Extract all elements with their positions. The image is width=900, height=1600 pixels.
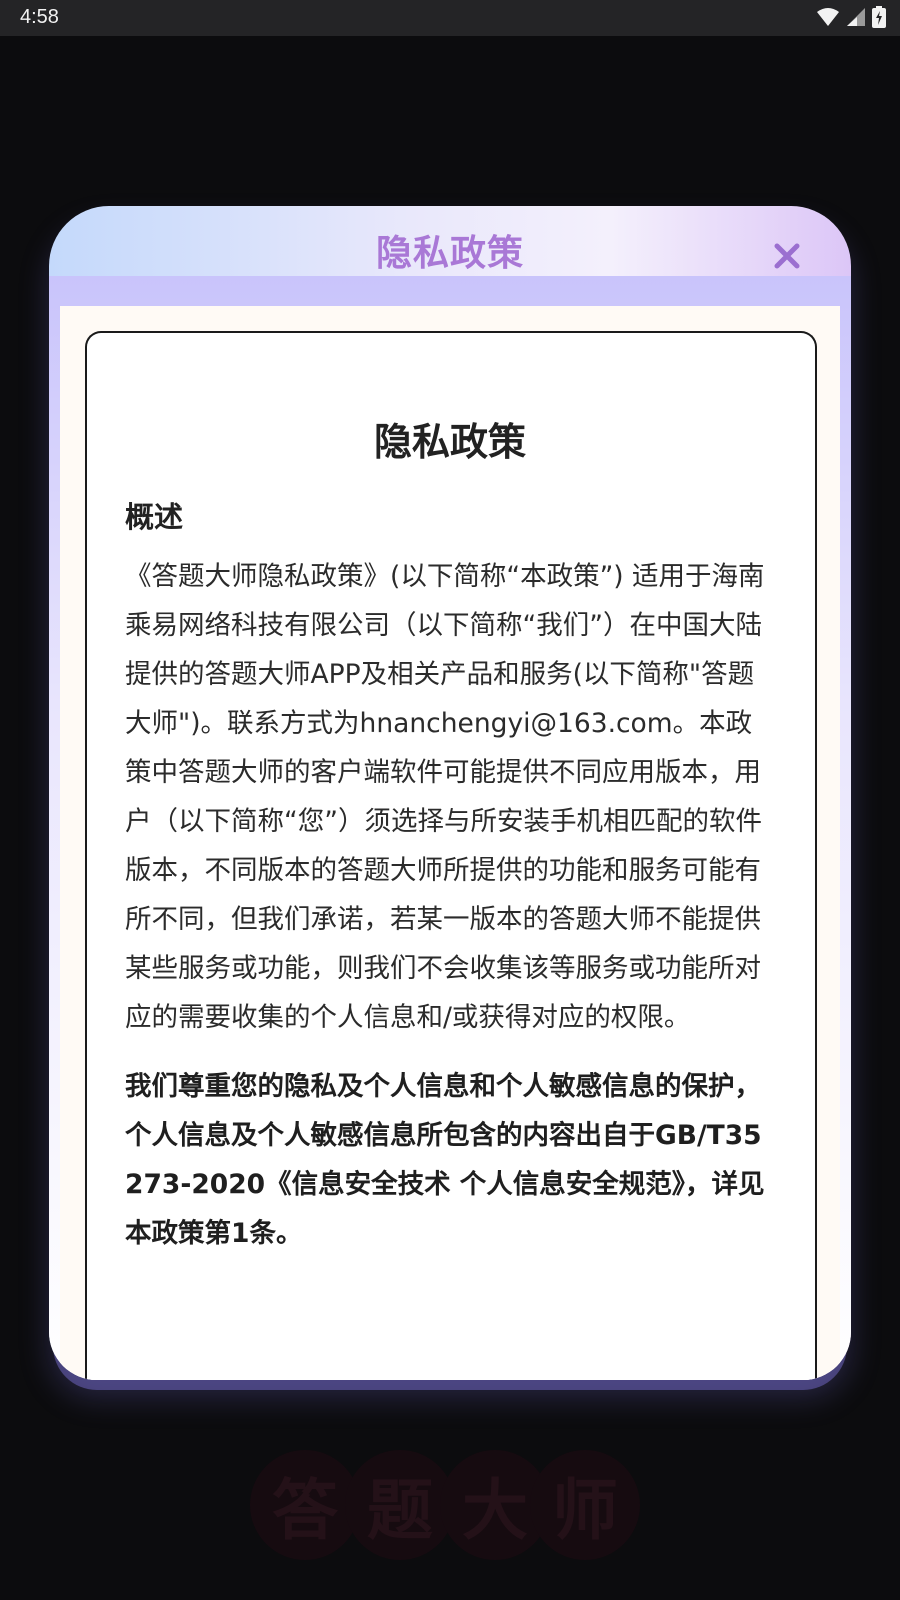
wifi-icon (817, 8, 839, 26)
status-icons (816, 6, 886, 28)
close-button[interactable] (767, 236, 807, 276)
close-icon (774, 243, 800, 269)
battery-icon (872, 6, 886, 28)
status-time: 4:58 (20, 6, 59, 28)
section-heading: 概述 (125, 500, 184, 534)
privacy-dialog: 隐私政策 隐私政策 概述 《答题大师隐私政策》(以下简称“本政策”) 适用于海南… (49, 206, 851, 1380)
logo-char: 师 (530, 1450, 640, 1560)
policy-title: 隐私政策 (373, 420, 526, 464)
logo-char: 答 (250, 1450, 360, 1560)
policy-paragraph-bold: 我们尊重您的隐私及个人信息和个人敏感信息的保护，个人信息及个人敏感信息所包含的内… (125, 1071, 765, 1249)
signal-icon (847, 8, 865, 26)
logo-char: 题 (345, 1450, 455, 1560)
background-app-logo: 答 题 大 师 (250, 1410, 650, 1600)
status-bar: 4:58 (0, 0, 900, 36)
policy-scroll-area[interactable]: 隐私政策 概述 《答题大师隐私政策》(以下简称“本政策”) 适用于海南乘易网络科… (85, 331, 817, 1380)
policy-paragraph: 《答题大师隐私政策》(以下简称“本政策”) 适用于海南乘易网络科技有限公司（以下… (125, 561, 765, 1033)
dialog-body: 隐私政策 概述 《答题大师隐私政策》(以下简称“本政策”) 适用于海南乘易网络科… (60, 306, 840, 1380)
dialog-title: 隐私政策 (375, 233, 524, 274)
policy-content: 隐私政策 概述 《答题大师隐私政策》(以下简称“本政策”) 适用于海南乘易网络科… (87, 333, 815, 1258)
